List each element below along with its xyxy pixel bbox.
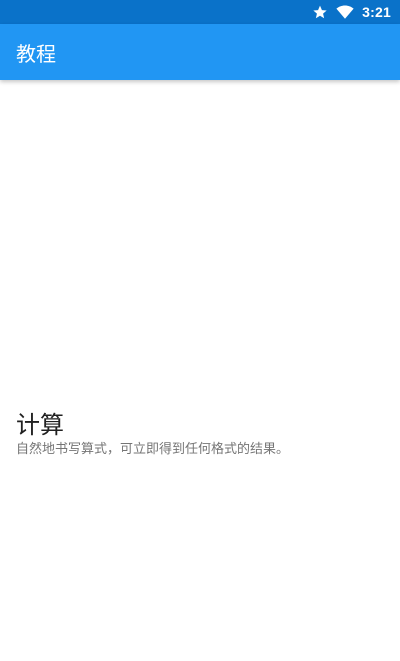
tutorial-page[interactable]: 计算 自然地书写算式，可立即得到任何格式的结果。 — [0, 80, 400, 661]
screen: 3:21 教程 计算 自然地书写算式，可立即得到任何格式的结果。 — [0, 0, 400, 661]
app-bar: 教程 — [0, 24, 400, 80]
tutorial-title: 计算 — [16, 411, 64, 439]
star-icon — [312, 4, 328, 20]
tutorial-description: 自然地书写算式，可立即得到任何格式的结果。 — [16, 442, 290, 457]
wifi-icon — [336, 4, 354, 20]
status-bar: 3:21 — [0, 0, 400, 24]
status-time: 3:21 — [362, 4, 391, 20]
tutorial-card: 计算 自然地书写算式，可立即得到任何格式的结果。 — [16, 410, 386, 459]
page-title: 教程 — [16, 41, 56, 66]
